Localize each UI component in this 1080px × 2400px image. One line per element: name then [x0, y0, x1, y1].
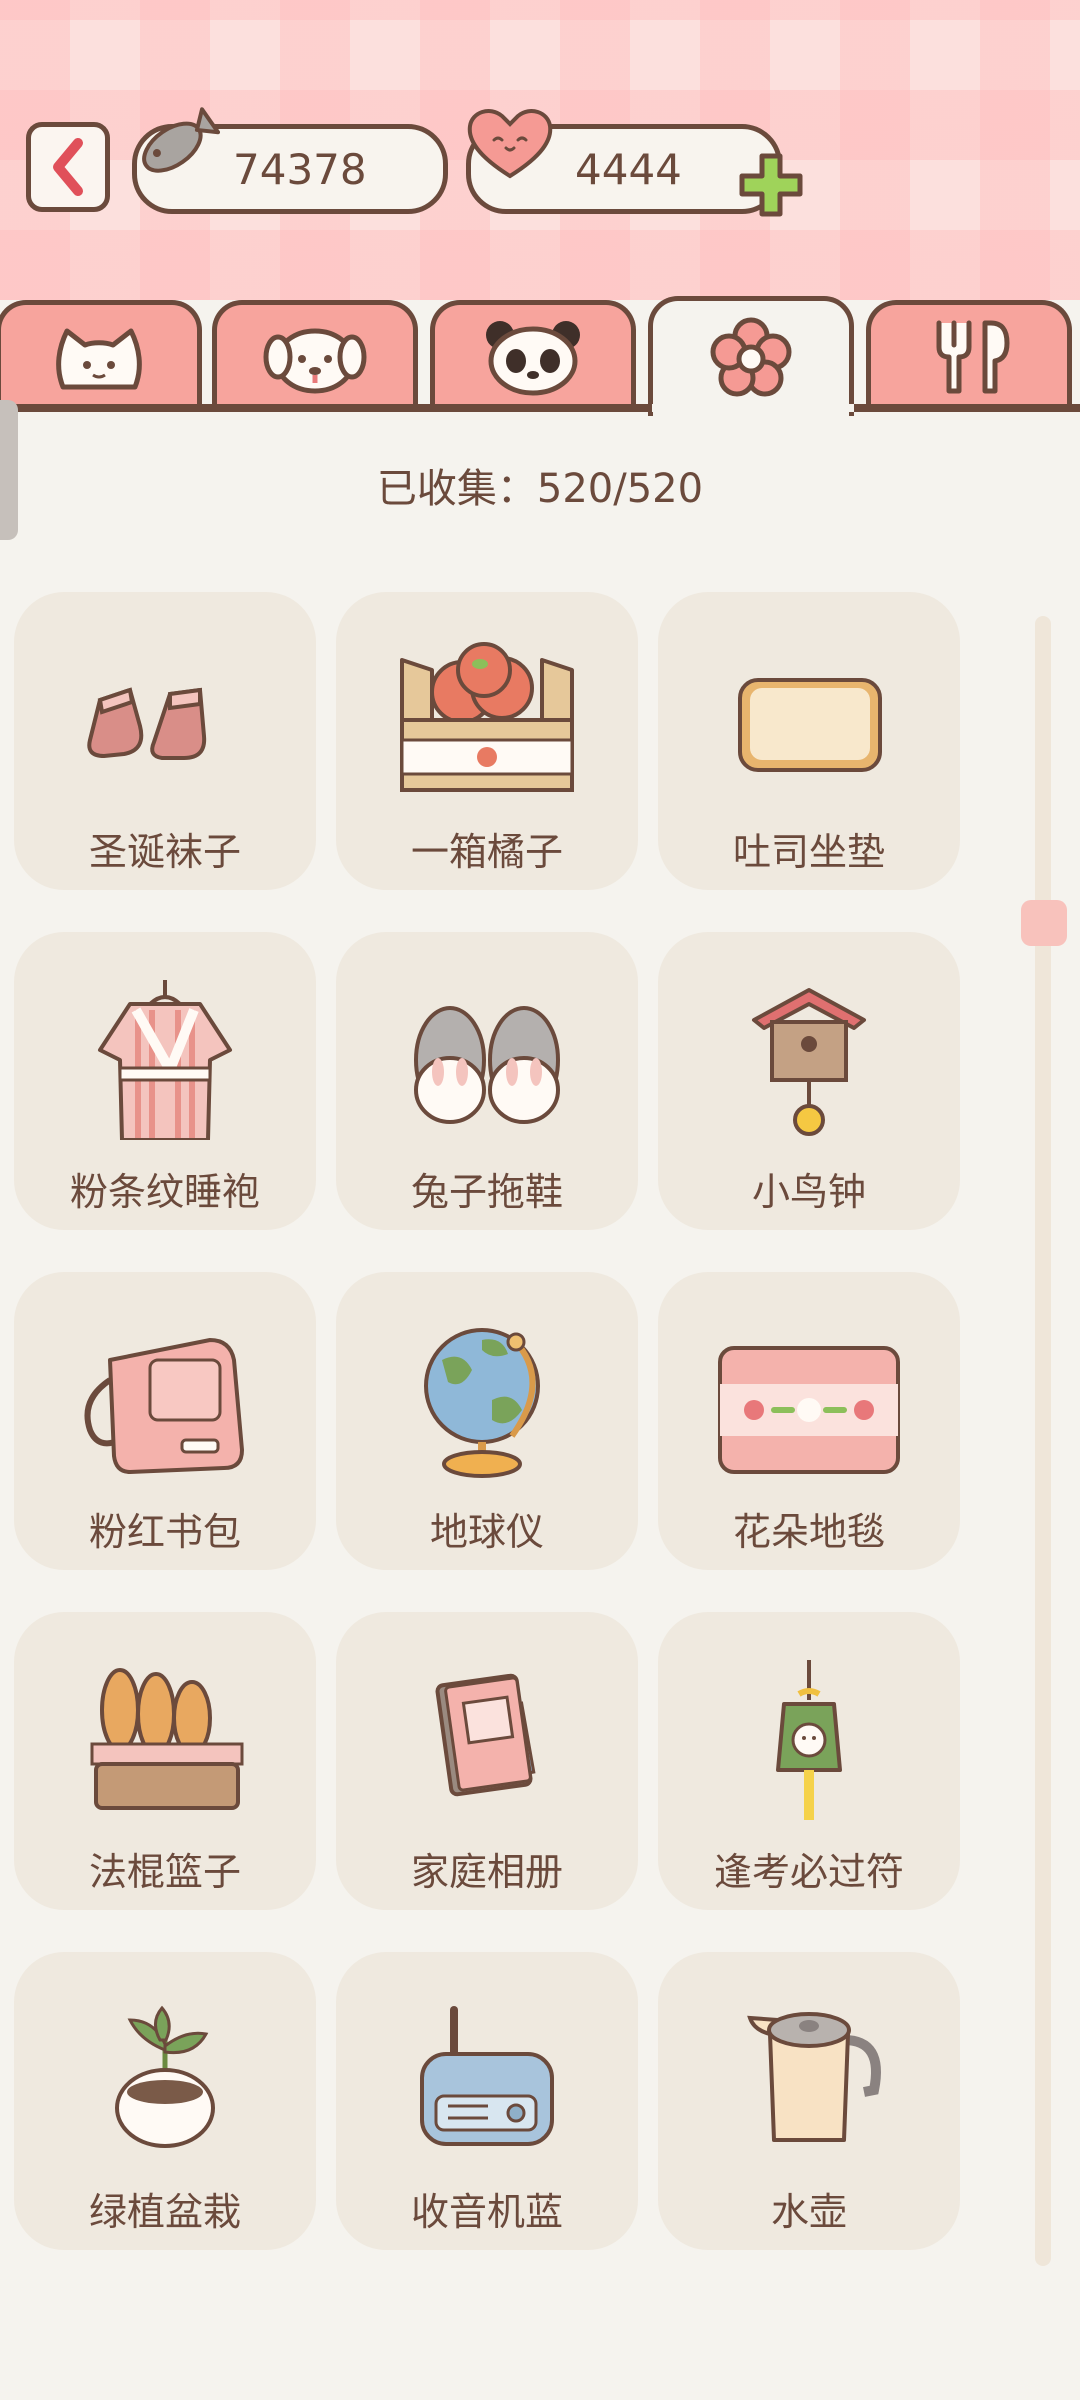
- item-card[interactable]: 圣诞袜子: [14, 592, 316, 890]
- item-card[interactable]: 法棍篮子: [14, 1612, 316, 1910]
- toast-cushion-icon: [738, 678, 882, 772]
- heart-icon: [467, 109, 553, 179]
- photo-album-icon: [435, 1673, 536, 1797]
- flower-rug-icon: [718, 1346, 900, 1474]
- item-label: 水壶: [770, 2190, 847, 2234]
- item-card[interactable]: 小鸟钟: [658, 932, 960, 1230]
- tab-panda[interactable]: [430, 300, 636, 408]
- item-card[interactable]: 水壶: [658, 1952, 960, 2250]
- add-currency-button[interactable]: [736, 150, 806, 220]
- fish-count: 74378: [233, 144, 367, 194]
- robe-icon: [98, 980, 232, 1140]
- item-card[interactable]: 吐司坐垫: [658, 592, 960, 890]
- scrollbar-track[interactable]: [1035, 616, 1051, 2266]
- item-label: 收音机蓝: [410, 2190, 563, 2234]
- item-label: 圣诞袜子: [88, 830, 241, 874]
- item-card[interactable]: 逢考必过符: [658, 1612, 960, 1910]
- bird-clock-icon: [752, 988, 866, 1136]
- fish-icon: [142, 107, 220, 173]
- chevron-left-icon: [53, 138, 83, 196]
- heart-count: 4444: [575, 144, 682, 194]
- item-card[interactable]: 花朵地毯: [658, 1272, 960, 1570]
- plant-pot-icon: [115, 2005, 215, 2148]
- backpack-icon: [84, 1338, 244, 1474]
- item-label: 粉红书包: [88, 1510, 241, 1554]
- item-card[interactable]: 粉红书包: [14, 1272, 316, 1570]
- item-label: 家庭相册: [410, 1850, 563, 1894]
- item-card[interactable]: 一箱橘子: [336, 592, 638, 890]
- item-card[interactable]: 地球仪: [336, 1272, 638, 1570]
- orange-box-icon: [400, 642, 574, 792]
- item-label: 逢考必过符: [713, 1850, 904, 1894]
- cat-icon: [56, 328, 142, 389]
- item-card[interactable]: 家庭相册: [336, 1612, 638, 1910]
- baguette-basket-icon: [90, 1668, 244, 1810]
- tab-cat[interactable]: [0, 300, 202, 408]
- item-card[interactable]: 绿植盆栽: [14, 1952, 316, 2250]
- item-label: 法棍篮子: [88, 1850, 241, 1894]
- item-label: 花朵地毯: [732, 1510, 885, 1554]
- socks-icon: [87, 687, 207, 760]
- back-button[interactable]: [26, 122, 110, 212]
- item-label: 地球仪: [429, 1510, 544, 1554]
- panda-icon: [486, 320, 580, 395]
- kettle-icon: [747, 2012, 881, 2142]
- dog-icon: [263, 328, 367, 393]
- tab-underline: [0, 404, 1080, 412]
- item-card[interactable]: 粉条纹睡袍: [14, 932, 316, 1230]
- tab-flower[interactable]: [648, 296, 854, 416]
- flower-icon: [710, 317, 792, 396]
- item-card[interactable]: 收音机蓝: [336, 1952, 638, 2250]
- fork-spoon-icon: [936, 320, 1010, 393]
- item-label: 小鸟钟: [751, 1170, 866, 1214]
- item-label: 绿植盆栽: [88, 2190, 241, 2234]
- item-card[interactable]: 兔子拖鞋: [336, 932, 638, 1230]
- charm-icon: [776, 1660, 842, 1820]
- category-tabs: [0, 296, 1080, 416]
- collected-count: 已收集：520/520: [376, 466, 704, 512]
- scrollbar-thumb[interactable]: [1021, 900, 1067, 946]
- bunny-slippers-icon: [414, 1006, 560, 1124]
- item-label: 一箱橘子: [410, 830, 563, 874]
- tab-food[interactable]: [866, 300, 1072, 408]
- tab-dog[interactable]: [212, 300, 418, 408]
- item-label: 兔子拖鞋: [410, 1170, 563, 1214]
- radio-icon: [420, 2006, 554, 2146]
- item-label: 粉条纹睡袍: [69, 1170, 260, 1214]
- active-tab-gap: [652, 404, 854, 412]
- globe-icon: [424, 1328, 540, 1478]
- item-label: 吐司坐垫: [732, 830, 885, 874]
